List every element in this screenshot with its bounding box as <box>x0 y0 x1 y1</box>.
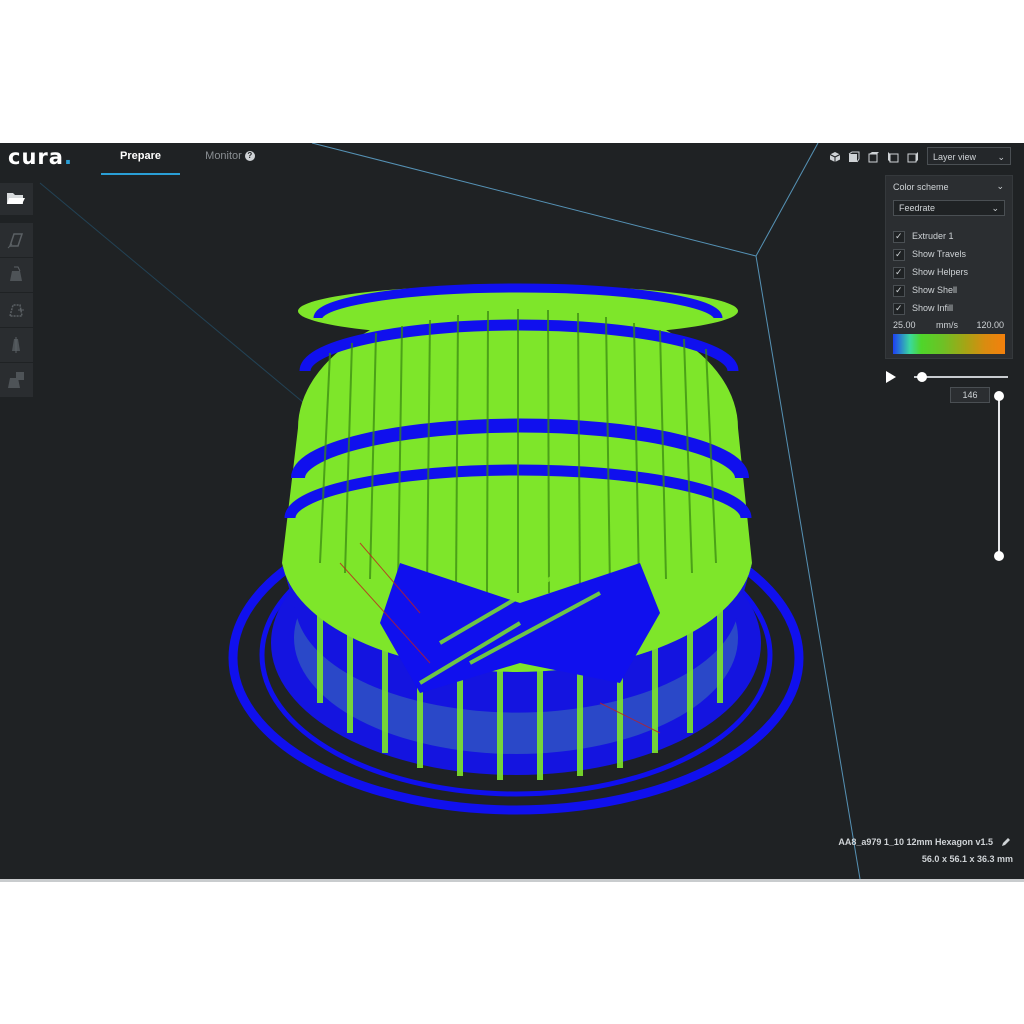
checkbox-icon[interactable] <box>893 302 905 316</box>
tab-monitor[interactable]: Monitor? <box>195 143 265 173</box>
top-view-icon[interactable] <box>868 150 880 163</box>
checkbox-icon[interactable] <box>893 266 905 280</box>
scale-tool-button[interactable] <box>0 258 33 292</box>
range-min-label: 25.00 <box>893 320 916 330</box>
color-scheme-select[interactable]: Feedrate ⌄ <box>893 200 1005 216</box>
layer-view-viewport[interactable] <box>0 143 1024 879</box>
checkbox-extruder-1[interactable]: Extruder 1 <box>893 229 954 244</box>
per-model-settings-button[interactable] <box>0 363 33 397</box>
mirror-icon <box>12 337 20 353</box>
sliced-model <box>228 283 804 815</box>
per-model-settings-icon <box>8 372 24 388</box>
scale-icon <box>10 266 22 281</box>
cura-logo: cura. <box>8 145 73 169</box>
open-folder-icon <box>7 193 25 204</box>
rotate-icon <box>9 304 24 317</box>
pencil-icon[interactable] <box>1000 836 1012 848</box>
top-bar: cura. Prepare Monitor? Layer view ⌄ <box>0 143 1024 175</box>
view-mode-select[interactable]: Layer view ⌄ <box>927 147 1011 165</box>
layer-slider-track[interactable] <box>998 396 1000 556</box>
mirror-tool-button[interactable] <box>0 328 33 362</box>
layer-view-panel: Color scheme ⌄ Feedrate⌄ Extruder 1 Show… <box>885 175 1013 359</box>
range-max-label: 120.00 <box>976 320 1004 330</box>
play-icon[interactable] <box>886 371 896 383</box>
checkbox-show-helpers[interactable]: Show Helpers <box>893 265 968 280</box>
view-orientation-icons <box>829 150 922 168</box>
layer-slider-upper-handle[interactable] <box>994 391 1004 401</box>
color-scheme-label: Color scheme <box>893 182 949 192</box>
checkbox-icon[interactable] <box>893 284 905 298</box>
move-icon <box>7 233 24 249</box>
simulation-slider-handle[interactable] <box>917 372 927 382</box>
checkbox-icon[interactable] <box>893 248 905 262</box>
help-icon: ? <box>244 151 255 161</box>
bottom-strip <box>0 879 1024 882</box>
checkbox-icon[interactable] <box>893 230 905 244</box>
chevron-down-icon: ⌄ <box>991 203 999 213</box>
right-view-icon[interactable] <box>907 150 919 163</box>
panel-collapse-icon[interactable]: ⌄ <box>996 181 1004 192</box>
move-tool-button[interactable] <box>0 223 33 257</box>
cura-window: cura. Prepare Monitor? Layer view ⌄ Colo… <box>0 143 1024 879</box>
tab-prepare[interactable]: Prepare <box>101 143 180 175</box>
feedrate-gradient-legend <box>893 334 1005 354</box>
current-layer-field[interactable]: 146 <box>950 387 990 403</box>
checkbox-show-infill[interactable]: Show Infill <box>893 301 953 316</box>
range-unit-label: mm/s <box>936 320 958 330</box>
job-name: AA8_a979 1_10 12mm Hexagon v1.5 <box>838 837 993 847</box>
simulation-slider-track[interactable] <box>914 376 1008 378</box>
layer-slider-lower-handle[interactable] <box>994 551 1004 561</box>
chevron-down-icon: ⌄ <box>997 152 1005 162</box>
rotate-tool-button[interactable] <box>0 293 33 327</box>
front-view-icon[interactable] <box>848 150 860 163</box>
left-toolbar <box>0 183 33 398</box>
3d-view-icon[interactable] <box>829 150 841 162</box>
left-view-icon[interactable] <box>887 150 899 163</box>
model-dimensions: 56.0 x 56.1 x 36.3 mm <box>921 854 1013 864</box>
checkbox-show-travels[interactable]: Show Travels <box>893 247 966 262</box>
checkbox-show-shell[interactable]: Show Shell <box>893 283 957 298</box>
open-file-button[interactable] <box>0 183 33 215</box>
